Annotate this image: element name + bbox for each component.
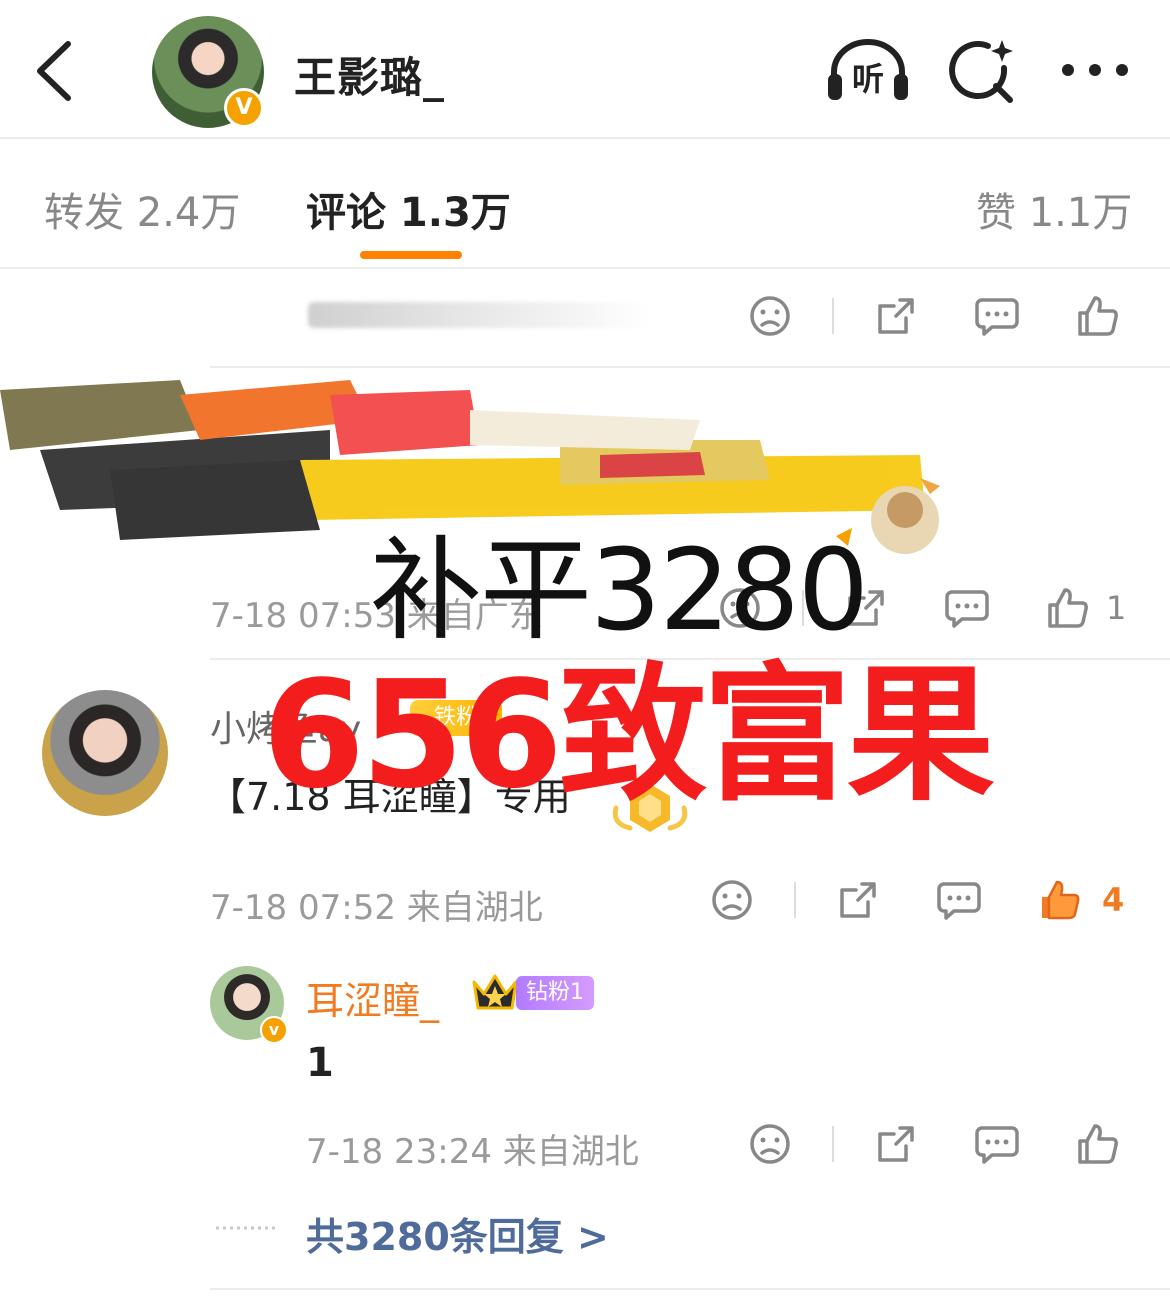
crown-icon bbox=[470, 970, 520, 1014]
comment-icon[interactable] bbox=[936, 878, 982, 922]
like-thumb-icon[interactable] bbox=[1076, 294, 1120, 338]
action-separator bbox=[832, 298, 834, 334]
like-count: 4 bbox=[1102, 881, 1125, 919]
verified-badge: V bbox=[224, 88, 264, 128]
share-icon[interactable] bbox=[874, 294, 918, 338]
view-all-replies-link[interactable]: 共3280条回复 > bbox=[306, 1206, 609, 1261]
chevron-left-icon[interactable] bbox=[30, 38, 80, 104]
verified-badge: v bbox=[260, 1016, 288, 1044]
search-icon[interactable] bbox=[948, 38, 1016, 104]
replier-name[interactable]: 耳涩瞳_ bbox=[306, 970, 439, 1025]
svg-text:听: 听 bbox=[852, 60, 884, 98]
share-icon[interactable] bbox=[836, 878, 880, 922]
like-thumb-icon[interactable] bbox=[1076, 1122, 1120, 1166]
commenter-avatar[interactable] bbox=[42, 690, 168, 816]
tab-repost[interactable]: 转发 2.4万 bbox=[44, 180, 240, 238]
comment-icon[interactable] bbox=[974, 294, 1020, 338]
like-thumb-icon[interactable] bbox=[1046, 586, 1090, 630]
divider bbox=[210, 1288, 1170, 1290]
action-separator bbox=[832, 1126, 834, 1162]
dislike-face-icon[interactable] bbox=[710, 878, 754, 922]
overlay-caption-bottom: 656致富果 bbox=[262, 649, 995, 821]
diamond-fan-badge: 钻粉1 bbox=[516, 976, 594, 1010]
tab-like[interactable]: 赞 1.1万 bbox=[976, 180, 1132, 238]
active-tab-indicator bbox=[360, 251, 462, 259]
action-bar bbox=[748, 1122, 1120, 1166]
dotted-connector bbox=[216, 1226, 276, 1230]
obscured-meta bbox=[308, 302, 648, 328]
page-title[interactable]: 王影璐_ bbox=[294, 44, 445, 105]
divider bbox=[0, 267, 1170, 269]
timestamp-location: 7-18 23:24 来自湖北 bbox=[306, 1132, 639, 1172]
liked-thumb-icon[interactable] bbox=[1038, 878, 1082, 922]
reply-text: 1 bbox=[306, 1040, 334, 1086]
tab-comment[interactable]: 评论 1.3万 bbox=[306, 180, 511, 238]
action-bar bbox=[748, 294, 1120, 338]
listen-headphones-icon[interactable]: 听 bbox=[826, 38, 910, 102]
like-count: 1 bbox=[1106, 589, 1127, 627]
timestamp-location: 7-18 07:52 来自湖北 bbox=[210, 888, 543, 928]
share-icon[interactable] bbox=[874, 1122, 918, 1166]
dislike-face-icon[interactable] bbox=[748, 294, 792, 338]
comment-icon[interactable] bbox=[974, 1122, 1020, 1166]
action-separator bbox=[794, 882, 796, 918]
dislike-face-icon[interactable] bbox=[748, 1122, 792, 1166]
action-bar: 4 bbox=[710, 878, 1124, 922]
more-dots-icon[interactable] bbox=[1060, 58, 1130, 82]
